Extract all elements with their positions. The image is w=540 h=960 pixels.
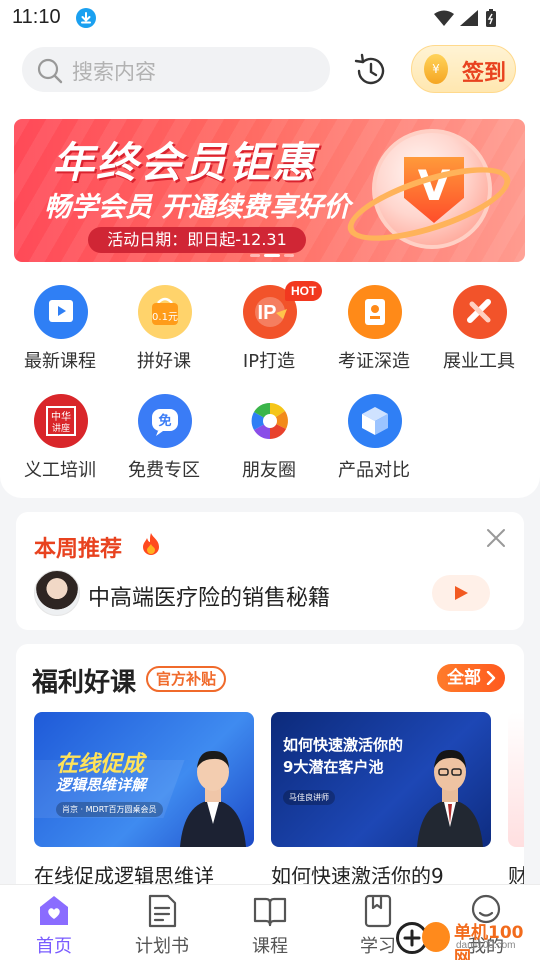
- feature-label: 朋友圈: [242, 460, 296, 481]
- svg-text:中华: 中华: [51, 410, 71, 423]
- history-icon: [354, 53, 385, 85]
- volunteer-seal-icon: 中华 讲座: [34, 394, 88, 448]
- shopping-bag-icon: 0.1元: [138, 285, 192, 339]
- signal-icon: [460, 10, 478, 26]
- system-indicators: [432, 8, 502, 32]
- chevron-right-icon: [486, 671, 496, 685]
- tab-plan[interactable]: 计划书: [108, 885, 216, 960]
- search-placeholder: 搜索内容: [72, 60, 156, 84]
- avatar: [34, 570, 80, 616]
- thumb-note: 肖京 · MDRT百万圆桌会员: [56, 802, 163, 817]
- promo-banner[interactable]: V 年终会员钜惠 畅学会员 开通续费享好价 活动日期：即日起-12.31: [14, 119, 525, 262]
- feature-label: 义工培训: [24, 460, 96, 481]
- feature-label: IP打造: [242, 351, 296, 372]
- play-book-icon: [34, 285, 88, 339]
- thumb-note: 马佳良讲师: [283, 790, 335, 805]
- checkin-label: 签到: [462, 61, 507, 86]
- open-book-icon: [253, 897, 287, 927]
- pagination-dot: [250, 254, 260, 257]
- search-input[interactable]: 搜索内容: [22, 47, 330, 92]
- feature-label: 免费专区: [128, 460, 200, 481]
- checkin-button[interactable]: ¥ 签到: [411, 45, 516, 93]
- coin-icon: ¥: [424, 54, 448, 84]
- download-icon: [76, 8, 96, 28]
- battery-icon: [486, 9, 496, 27]
- feature-moments[interactable]: 朋友圈: [217, 394, 321, 494]
- thumb-subtitle: 逻辑思维详解: [56, 776, 147, 794]
- close-icon[interactable]: [484, 526, 508, 550]
- play-button[interactable]: [432, 575, 490, 611]
- course-card[interactable]: 在线促成 逻辑思维详解 肖京 · MDRT百万圆桌会员 在线促成逻辑思维详: [34, 712, 254, 890]
- fire-icon: [143, 533, 159, 555]
- feature-ip-building[interactable]: IP HOT IP打造: [217, 281, 323, 385]
- feature-label: 拼好课: [137, 351, 191, 372]
- view-all-button[interactable]: 全部: [437, 664, 505, 692]
- search-icon: [37, 58, 63, 84]
- certificate-icon: [348, 285, 402, 339]
- tab-label: 首页: [36, 936, 72, 957]
- svg-text:IP: IP: [258, 302, 277, 324]
- svg-text:讲座: 讲座: [52, 422, 70, 434]
- home-heart-icon: [40, 896, 68, 925]
- document-icon: [148, 894, 177, 928]
- thumb-title: 如何快速激活你的: [283, 736, 404, 754]
- tab-home[interactable]: 首页: [0, 885, 108, 960]
- aperture-icon: [243, 394, 297, 448]
- status-bar: 11:10: [0, 0, 540, 36]
- welfare-courses-section: 福利好课 官方补贴 全部 在线促成 逻辑思维详解 肖京 · MDRT百万圆桌会员…: [16, 644, 524, 890]
- course-thumbnail: 在线促成 逻辑思维详解 肖京 · MDRT百万圆桌会员: [34, 712, 254, 847]
- svg-text:免: 免: [158, 413, 171, 429]
- course-card[interactable]: 如何快速激活你的 9大潜在客户池 马佳良讲师 如何快速激活你的9: [271, 712, 491, 890]
- banner-subtitle: 畅学会员 开通续费享好价: [44, 192, 351, 223]
- presenter-image: [180, 750, 246, 847]
- tools-icon: [453, 285, 507, 339]
- feature-certification[interactable]: 考证深造: [322, 285, 426, 385]
- bookmark-icon: [364, 894, 392, 928]
- svg-text:0.1元: 0.1元: [152, 312, 178, 323]
- presenter-image: [417, 749, 483, 847]
- feature-volunteer-training[interactable]: 中华 讲座 义工培训: [8, 394, 112, 494]
- banner-pagination: [250, 242, 298, 261]
- status-time: 11:10: [12, 6, 61, 28]
- weekly-heading: 本周推荐: [34, 537, 123, 562]
- feature-product-compare[interactable]: 产品对比: [322, 394, 426, 494]
- feature-group-buy[interactable]: 0.1元 拼好课: [112, 285, 216, 385]
- watermark-url: danji100.com: [456, 940, 516, 951]
- site-watermark: 单机100网 danji100.com: [392, 914, 536, 960]
- hot-badge: HOT: [285, 281, 323, 301]
- feature-tools[interactable]: 展业工具: [427, 285, 531, 385]
- weekly-recommendation-card[interactable]: 本周推荐 中高端医疗险的销售秘籍: [16, 512, 524, 630]
- course-thumbnail: [508, 712, 524, 847]
- watermark-logo-mark: [422, 922, 450, 952]
- tab-label: 计划书: [135, 936, 189, 957]
- tab-courses[interactable]: 课程: [216, 885, 324, 960]
- pagination-dot: [284, 254, 294, 257]
- welfare-heading: 福利好课: [32, 668, 137, 698]
- free-icon: 免: [138, 394, 192, 448]
- course-thumbnail: 如何快速激活你的 9大潜在客户池 马佳良讲师: [271, 712, 491, 847]
- subsidy-badge: 官方补贴: [146, 666, 227, 692]
- feature-free-zone[interactable]: 免 免费专区: [112, 394, 216, 494]
- feature-label: 最新课程: [24, 351, 96, 372]
- tab-label: 课程: [252, 936, 288, 957]
- play-icon: [455, 586, 468, 600]
- history-button[interactable]: [352, 52, 390, 90]
- weekly-course-title[interactable]: 中高端医疗险的销售秘籍: [88, 580, 330, 612]
- watermark-text: 单机100网: [454, 923, 524, 960]
- view-all-label: 全部: [447, 668, 481, 688]
- feature-label: 考证深造: [338, 351, 410, 372]
- cube-icon: [348, 394, 402, 448]
- course-card[interactable]: 财: [508, 712, 524, 890]
- thumb-subtitle: 9大潜在客户池: [283, 758, 384, 776]
- feature-latest-courses[interactable]: 最新课程: [8, 285, 112, 385]
- pagination-dot-active: [264, 254, 280, 257]
- wifi-icon: [434, 10, 454, 26]
- banner-title: 年终会员钜惠: [52, 138, 317, 187]
- feature-label: 展业工具: [443, 351, 515, 372]
- feature-label: 产品对比: [338, 460, 410, 481]
